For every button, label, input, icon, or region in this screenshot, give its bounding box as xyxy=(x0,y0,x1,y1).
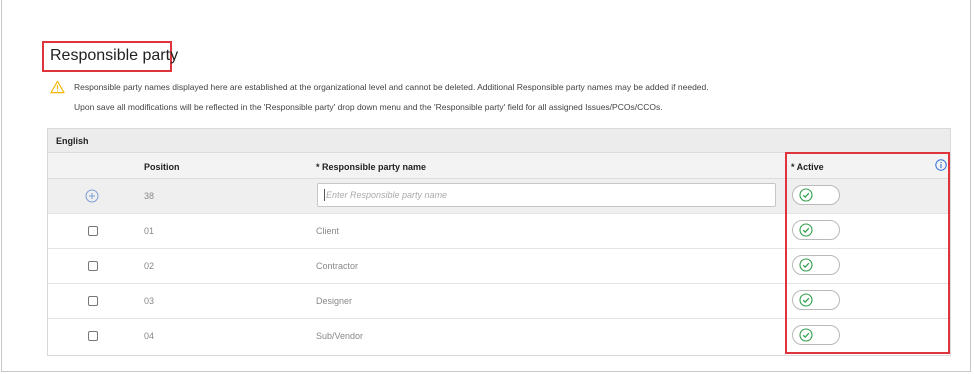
table-row: 04 Sub/Vendor xyxy=(48,319,950,354)
check-circle-icon xyxy=(799,258,813,272)
row-checkbox[interactable] xyxy=(88,261,98,271)
header-position: Position xyxy=(144,162,180,172)
row-position: 03 xyxy=(144,296,155,306)
warning-triangle-icon xyxy=(50,80,65,94)
active-toggle[interactable] xyxy=(792,185,840,205)
notice-text-line2: Upon save all modifications will be refl… xyxy=(74,102,663,112)
new-row-position: 38 xyxy=(144,191,155,201)
active-toggle[interactable] xyxy=(792,220,840,240)
active-toggle[interactable] xyxy=(792,255,840,275)
row-name: Designer xyxy=(316,296,353,306)
table-row: 03 Designer xyxy=(48,284,950,319)
notice-text-line1: Responsible party names displayed here a… xyxy=(74,82,709,92)
row-position: 04 xyxy=(144,331,155,341)
text-caret xyxy=(324,189,325,201)
row-position: 01 xyxy=(144,226,155,236)
row-name: Client xyxy=(316,226,340,236)
check-circle-icon xyxy=(799,223,813,237)
language-label: English xyxy=(56,136,89,146)
header-name: * Responsible party name xyxy=(316,162,427,172)
active-toggle[interactable] xyxy=(792,290,840,310)
language-row: English xyxy=(48,129,950,153)
row-checkbox[interactable] xyxy=(88,226,98,236)
plus-circle-icon[interactable] xyxy=(85,189,99,203)
table-row: 01 Client xyxy=(48,214,950,249)
page-title: Responsible party xyxy=(50,47,179,64)
row-name: Contractor xyxy=(316,261,359,271)
active-toggle[interactable] xyxy=(792,325,840,345)
table-row: 02 Contractor xyxy=(48,249,950,284)
table-header-row: Position * Responsible party name * Acti… xyxy=(48,153,950,179)
row-checkbox[interactable] xyxy=(88,296,98,306)
check-circle-icon xyxy=(799,188,813,202)
new-row: 38 xyxy=(48,179,950,214)
check-circle-icon xyxy=(799,328,813,342)
row-checkbox[interactable] xyxy=(88,331,98,341)
header-active: * Active xyxy=(791,162,824,172)
row-position: 02 xyxy=(144,261,155,271)
responsible-party-table: English Position * Responsible party nam… xyxy=(47,128,951,356)
row-name: Sub/Vendor xyxy=(316,331,364,341)
info-icon[interactable] xyxy=(935,159,947,171)
responsible-party-name-input[interactable] xyxy=(317,183,776,207)
check-circle-icon xyxy=(799,293,813,307)
